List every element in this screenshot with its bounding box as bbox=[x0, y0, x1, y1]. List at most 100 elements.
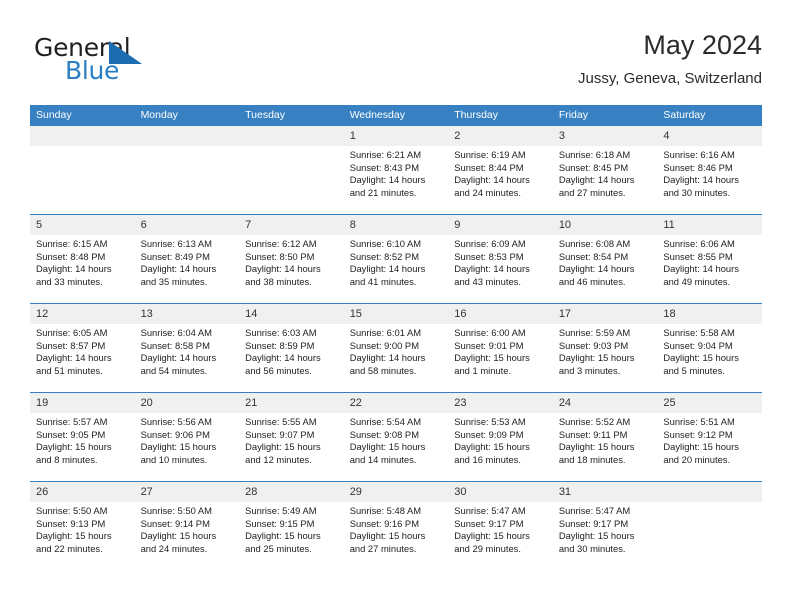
day-cell-2[interactable]: Sunrise: 6:19 AM Sunset: 8:44 PM Daylight:… bbox=[448, 146, 553, 214]
day-detail-line1: Sunrise: 6:12 AM bbox=[245, 238, 317, 249]
day-number-7[interactable]: 7 bbox=[239, 215, 344, 235]
day-cell-17[interactable]: Sunrise: 5:59 AM Sunset: 9:03 PM Daylight:… bbox=[552, 324, 658, 392]
day-number-4[interactable]: 4 bbox=[657, 126, 762, 146]
day-number-8[interactable]: 8 bbox=[343, 215, 449, 235]
day-number-26[interactable]: 26 bbox=[30, 482, 135, 502]
day-cell-7[interactable]: Sunrise: 6:12 AM Sunset: 8:50 PM Daylight:… bbox=[239, 235, 344, 303]
day-detail-line4: and 58 minutes. bbox=[349, 364, 417, 376]
day-number-15[interactable]: 15 bbox=[343, 304, 449, 324]
day-detail-line1: Sunrise: 5:55 AM bbox=[245, 416, 317, 427]
day-number-5[interactable]: 5 bbox=[30, 215, 135, 235]
day-cell-6[interactable]: Sunrise: 6:13 AM Sunset: 8:49 PM Daylight:… bbox=[134, 235, 240, 303]
day-cell-24[interactable]: Sunrise: 5:52 AM Sunset: 9:11 PM Daylight:… bbox=[552, 413, 658, 481]
day-detail-row: Sunrise: 6:21 AM Sunset: 8:43 PM Daylight:… bbox=[30, 146, 762, 214]
day-detail-line4: and 22 minutes. bbox=[36, 542, 103, 554]
day-cell-23[interactable]: Sunrise: 5:53 AM Sunset: 9:09 PM Daylight:… bbox=[448, 413, 553, 481]
day-detail-line1: Sunrise: 6:00 AM bbox=[454, 327, 526, 338]
day-detail-line4: and 27 minutes. bbox=[349, 542, 417, 554]
day-detail-line3: Daylight: 15 hours bbox=[558, 530, 635, 542]
day-cell-1[interactable]: Sunrise: 6:21 AM Sunset: 8:43 PM Daylight:… bbox=[343, 146, 449, 214]
day-cell-9[interactable]: Sunrise: 6:09 AM Sunset: 8:53 PM Daylight:… bbox=[448, 235, 553, 303]
day-cell-10[interactable]: Sunrise: 6:08 AM Sunset: 8:54 PM Daylight:… bbox=[552, 235, 658, 303]
day-number-2[interactable]: 2 bbox=[448, 126, 553, 146]
day-detail-line4: and 29 minutes. bbox=[454, 542, 521, 554]
day-detail-line4: and 49 minutes. bbox=[663, 275, 731, 287]
day-cell-15[interactable]: Sunrise: 6:01 AM Sunset: 9:00 PM Daylight:… bbox=[343, 324, 449, 392]
day-detail-line2: Sunset: 9:03 PM bbox=[558, 339, 629, 351]
day-number-empty bbox=[30, 126, 135, 146]
day-cell-11[interactable]: Sunrise: 6:06 AM Sunset: 8:55 PM Daylight:… bbox=[657, 235, 762, 303]
day-detail-line3: Daylight: 15 hours bbox=[558, 352, 635, 364]
day-detail-line4: and 43 minutes. bbox=[454, 275, 521, 287]
day-number-13[interactable]: 13 bbox=[134, 304, 240, 324]
day-number-24[interactable]: 24 bbox=[552, 393, 658, 413]
day-number-25[interactable]: 25 bbox=[657, 393, 762, 413]
day-number-3[interactable]: 3 bbox=[552, 126, 658, 146]
day-number-10[interactable]: 10 bbox=[552, 215, 658, 235]
day-number-31[interactable]: 31 bbox=[552, 482, 658, 502]
day-detail-line2: Sunset: 8:57 PM bbox=[36, 339, 106, 351]
day-detail-line3: Daylight: 14 hours bbox=[140, 263, 217, 275]
day-number-1[interactable]: 1 bbox=[343, 126, 449, 146]
calendar-body: 1 2 3 4 Sunrise: 6:21 AM Sunset: 8:43 PM Dayli… bbox=[30, 126, 762, 570]
day-cell-31[interactable]: Sunrise: 5:47 AM Sunset: 9:17 PM Daylight:… bbox=[552, 502, 658, 570]
day-cell-8[interactable]: Sunrise: 6:10 AM Sunset: 8:52 PM Daylight:… bbox=[343, 235, 449, 303]
day-detail-line4: and 10 minutes. bbox=[140, 453, 208, 465]
day-number-28[interactable]: 28 bbox=[239, 482, 344, 502]
day-number-29[interactable]: 29 bbox=[343, 482, 449, 502]
day-number-9[interactable]: 9 bbox=[448, 215, 553, 235]
day-cell-25[interactable]: Sunrise: 5:51 AM Sunset: 9:12 PM Daylight:… bbox=[657, 413, 762, 481]
day-detail-line3: Daylight: 15 hours bbox=[140, 530, 217, 542]
day-detail-line2: Sunset: 9:17 PM bbox=[454, 517, 524, 529]
day-detail-line3: Daylight: 14 hours bbox=[663, 263, 739, 275]
day-detail-line1: Sunrise: 5:57 AM bbox=[36, 416, 108, 427]
day-number-30[interactable]: 30 bbox=[448, 482, 553, 502]
day-number-23[interactable]: 23 bbox=[448, 393, 553, 413]
day-cell-26[interactable]: Sunrise: 5:50 AM Sunset: 9:13 PM Daylight:… bbox=[30, 502, 135, 570]
day-number-16[interactable]: 16 bbox=[448, 304, 553, 324]
day-number-14[interactable]: 14 bbox=[239, 304, 344, 324]
day-cell-28[interactable]: Sunrise: 5:49 AM Sunset: 9:15 PM Daylight:… bbox=[239, 502, 344, 570]
general-blue-logo[interactable]: General Blue bbox=[34, 34, 174, 90]
day-cell-29[interactable]: Sunrise: 5:48 AM Sunset: 9:16 PM Daylight:… bbox=[343, 502, 449, 570]
day-cell-14[interactable]: Sunrise: 6:03 AM Sunset: 8:59 PM Daylight:… bbox=[239, 324, 344, 392]
day-number-6[interactable]: 6 bbox=[134, 215, 240, 235]
day-number-12[interactable]: 12 bbox=[30, 304, 135, 324]
weekday-header-monday: Monday bbox=[134, 105, 240, 126]
day-cell-5[interactable]: Sunrise: 6:15 AM Sunset: 8:48 PM Daylight:… bbox=[30, 235, 135, 303]
day-cell-12[interactable]: Sunrise: 6:05 AM Sunset: 8:57 PM Daylight:… bbox=[30, 324, 135, 392]
day-cell-30[interactable]: Sunrise: 5:47 AM Sunset: 9:17 PM Daylight:… bbox=[448, 502, 553, 570]
day-cell-22[interactable]: Sunrise: 5:54 AM Sunset: 9:08 PM Daylight:… bbox=[343, 413, 449, 481]
day-cell-19[interactable]: Sunrise: 5:57 AM Sunset: 9:05 PM Daylight:… bbox=[30, 413, 135, 481]
day-detail-line4: and 27 minutes. bbox=[558, 186, 626, 198]
day-detail-line4: and 30 minutes. bbox=[558, 542, 626, 554]
day-number-19[interactable]: 19 bbox=[30, 393, 135, 413]
day-cell-4[interactable]: Sunrise: 6:16 AM Sunset: 8:46 PM Daylight:… bbox=[657, 146, 762, 214]
day-number-11[interactable]: 11 bbox=[657, 215, 762, 235]
day-number-22[interactable]: 22 bbox=[343, 393, 449, 413]
day-detail-line4: and 41 minutes. bbox=[349, 275, 417, 287]
day-cell-27[interactable]: Sunrise: 5:50 AM Sunset: 9:14 PM Daylight:… bbox=[134, 502, 240, 570]
day-number-17[interactable]: 17 bbox=[552, 304, 658, 324]
day-detail-line3: Daylight: 14 hours bbox=[663, 174, 739, 186]
day-detail-line1: Sunrise: 5:49 AM bbox=[245, 505, 317, 516]
day-number-27[interactable]: 27 bbox=[134, 482, 240, 502]
day-detail-line4: and 1 minute. bbox=[454, 364, 512, 376]
day-cell-21[interactable]: Sunrise: 5:55 AM Sunset: 9:07 PM Daylight:… bbox=[239, 413, 344, 481]
day-detail-line3: Daylight: 14 hours bbox=[245, 352, 321, 364]
day-detail-line4: and 8 minutes. bbox=[36, 453, 98, 465]
day-detail-line4: and 21 minutes. bbox=[349, 186, 417, 198]
day-cell-empty bbox=[134, 146, 240, 214]
day-number-18[interactable]: 18 bbox=[657, 304, 762, 324]
day-detail-line2: Sunset: 9:11 PM bbox=[558, 428, 628, 440]
day-cell-13[interactable]: Sunrise: 6:04 AM Sunset: 8:58 PM Daylight:… bbox=[134, 324, 240, 392]
day-number-21[interactable]: 21 bbox=[239, 393, 344, 413]
day-cell-3[interactable]: Sunrise: 6:18 AM Sunset: 8:45 PM Daylight:… bbox=[552, 146, 658, 214]
day-number-20[interactable]: 20 bbox=[134, 393, 240, 413]
day-cell-16[interactable]: Sunrise: 6:00 AM Sunset: 9:01 PM Daylight:… bbox=[448, 324, 553, 392]
day-detail-line3: Daylight: 15 hours bbox=[349, 530, 426, 542]
day-cell-18[interactable]: Sunrise: 5:58 AM Sunset: 9:04 PM Daylight:… bbox=[657, 324, 762, 392]
day-detail-line1: Sunrise: 5:53 AM bbox=[454, 416, 526, 427]
day-cell-20[interactable]: Sunrise: 5:56 AM Sunset: 9:06 PM Daylight:… bbox=[134, 413, 240, 481]
day-detail-line3: Daylight: 14 hours bbox=[36, 352, 112, 364]
